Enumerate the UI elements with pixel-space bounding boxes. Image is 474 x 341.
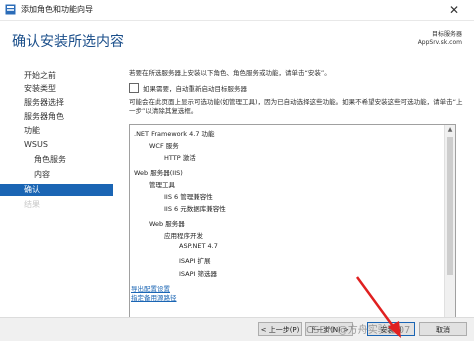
list-item: ASP.NET 4.7 <box>179 242 218 250</box>
list-scrollbar[interactable]: ▲ ▼ <box>444 125 455 339</box>
nav-item-before-you-begin[interactable]: 开始之前 <box>24 70 56 82</box>
annotation-arrow-icon <box>355 276 401 338</box>
list-item: ISAPI 筛选器 <box>179 270 218 278</box>
nav-item-installation-type[interactable]: 安装类型 <box>24 83 56 95</box>
target-server: 目标服务器 AppSrv.sk.com <box>418 31 462 47</box>
list-item: .NET Framework 4.7 功能 <box>134 130 215 138</box>
server-manager-icon <box>5 4 16 15</box>
wizard-header: 确认安装所选内容 目标服务器 AppSrv.sk.com <box>0 21 474 61</box>
nav-item-results: 结果 <box>24 200 40 209</box>
scroll-up-icon[interactable]: ▲ <box>445 125 455 135</box>
alternate-source-link[interactable]: 指定备用源路径 <box>131 292 177 302</box>
main-content: 若要在所选服务器上安装以下角色、角色服务或功能，请单击“安装”。 如果需要，自动… <box>126 61 470 340</box>
nav-item-server-selection[interactable]: 服务器选择 <box>24 97 64 109</box>
nav-item-confirmation[interactable]: 确认 <box>0 184 113 196</box>
target-server-label: 目标服务器 <box>431 31 462 38</box>
list-item: Web 服务器 <box>149 220 185 228</box>
nav-item-wsus[interactable]: WSUS <box>24 139 48 151</box>
wizard-nav: 开始之前 安装类型 服务器选择 服务器角色 功能 WSUS 角色服务 内容 确认… <box>0 61 113 317</box>
list-item: IIS 6 元数据库兼容性 <box>164 205 226 213</box>
close-button[interactable]: ✕ <box>434 0 474 20</box>
nav-item-role-services[interactable]: 角色服务 <box>34 154 66 166</box>
nav-item-server-roles[interactable]: 服务器角色 <box>24 111 64 123</box>
list-item: Web 服务器(IIS) <box>134 169 183 177</box>
list-item: 管理工具 <box>149 181 175 189</box>
nav-item-features[interactable]: 功能 <box>24 125 40 137</box>
list-item: ISAPI 扩展 <box>179 257 211 265</box>
title-bar: 添加角色和功能向导 ✕ <box>0 0 474 21</box>
list-item: 应用程序开发 <box>164 232 203 240</box>
list-item: WCF 服务 <box>149 142 179 150</box>
nav-item-content[interactable]: 内容 <box>34 169 50 181</box>
restart-checkbox-label[interactable]: 如果需要，自动重新启动目标服务器 <box>143 83 247 93</box>
list-item: IIS 6 管理兼容性 <box>164 193 213 201</box>
list-item: HTTP 激活 <box>164 154 196 162</box>
restart-checkbox[interactable] <box>129 83 139 93</box>
previous-button[interactable]: < 上一步(P) <box>258 322 302 336</box>
intro-text: 若要在所选服务器上安装以下角色、角色服务或功能，请单击“安装”。 <box>129 69 331 77</box>
target-server-value: AppSrv.sk.com <box>417 39 462 46</box>
window-title: 添加角色和功能向导 <box>21 5 93 14</box>
scroll-thumb[interactable] <box>447 137 453 275</box>
cancel-button[interactable]: 取消 <box>419 322 467 336</box>
optional-features-note: 可能会在此页面上显示可选功能(如管理工具)，因为已自动选择这些功能。如果不希望安… <box>129 98 463 115</box>
page-title: 确认安装所选内容 <box>12 34 124 50</box>
